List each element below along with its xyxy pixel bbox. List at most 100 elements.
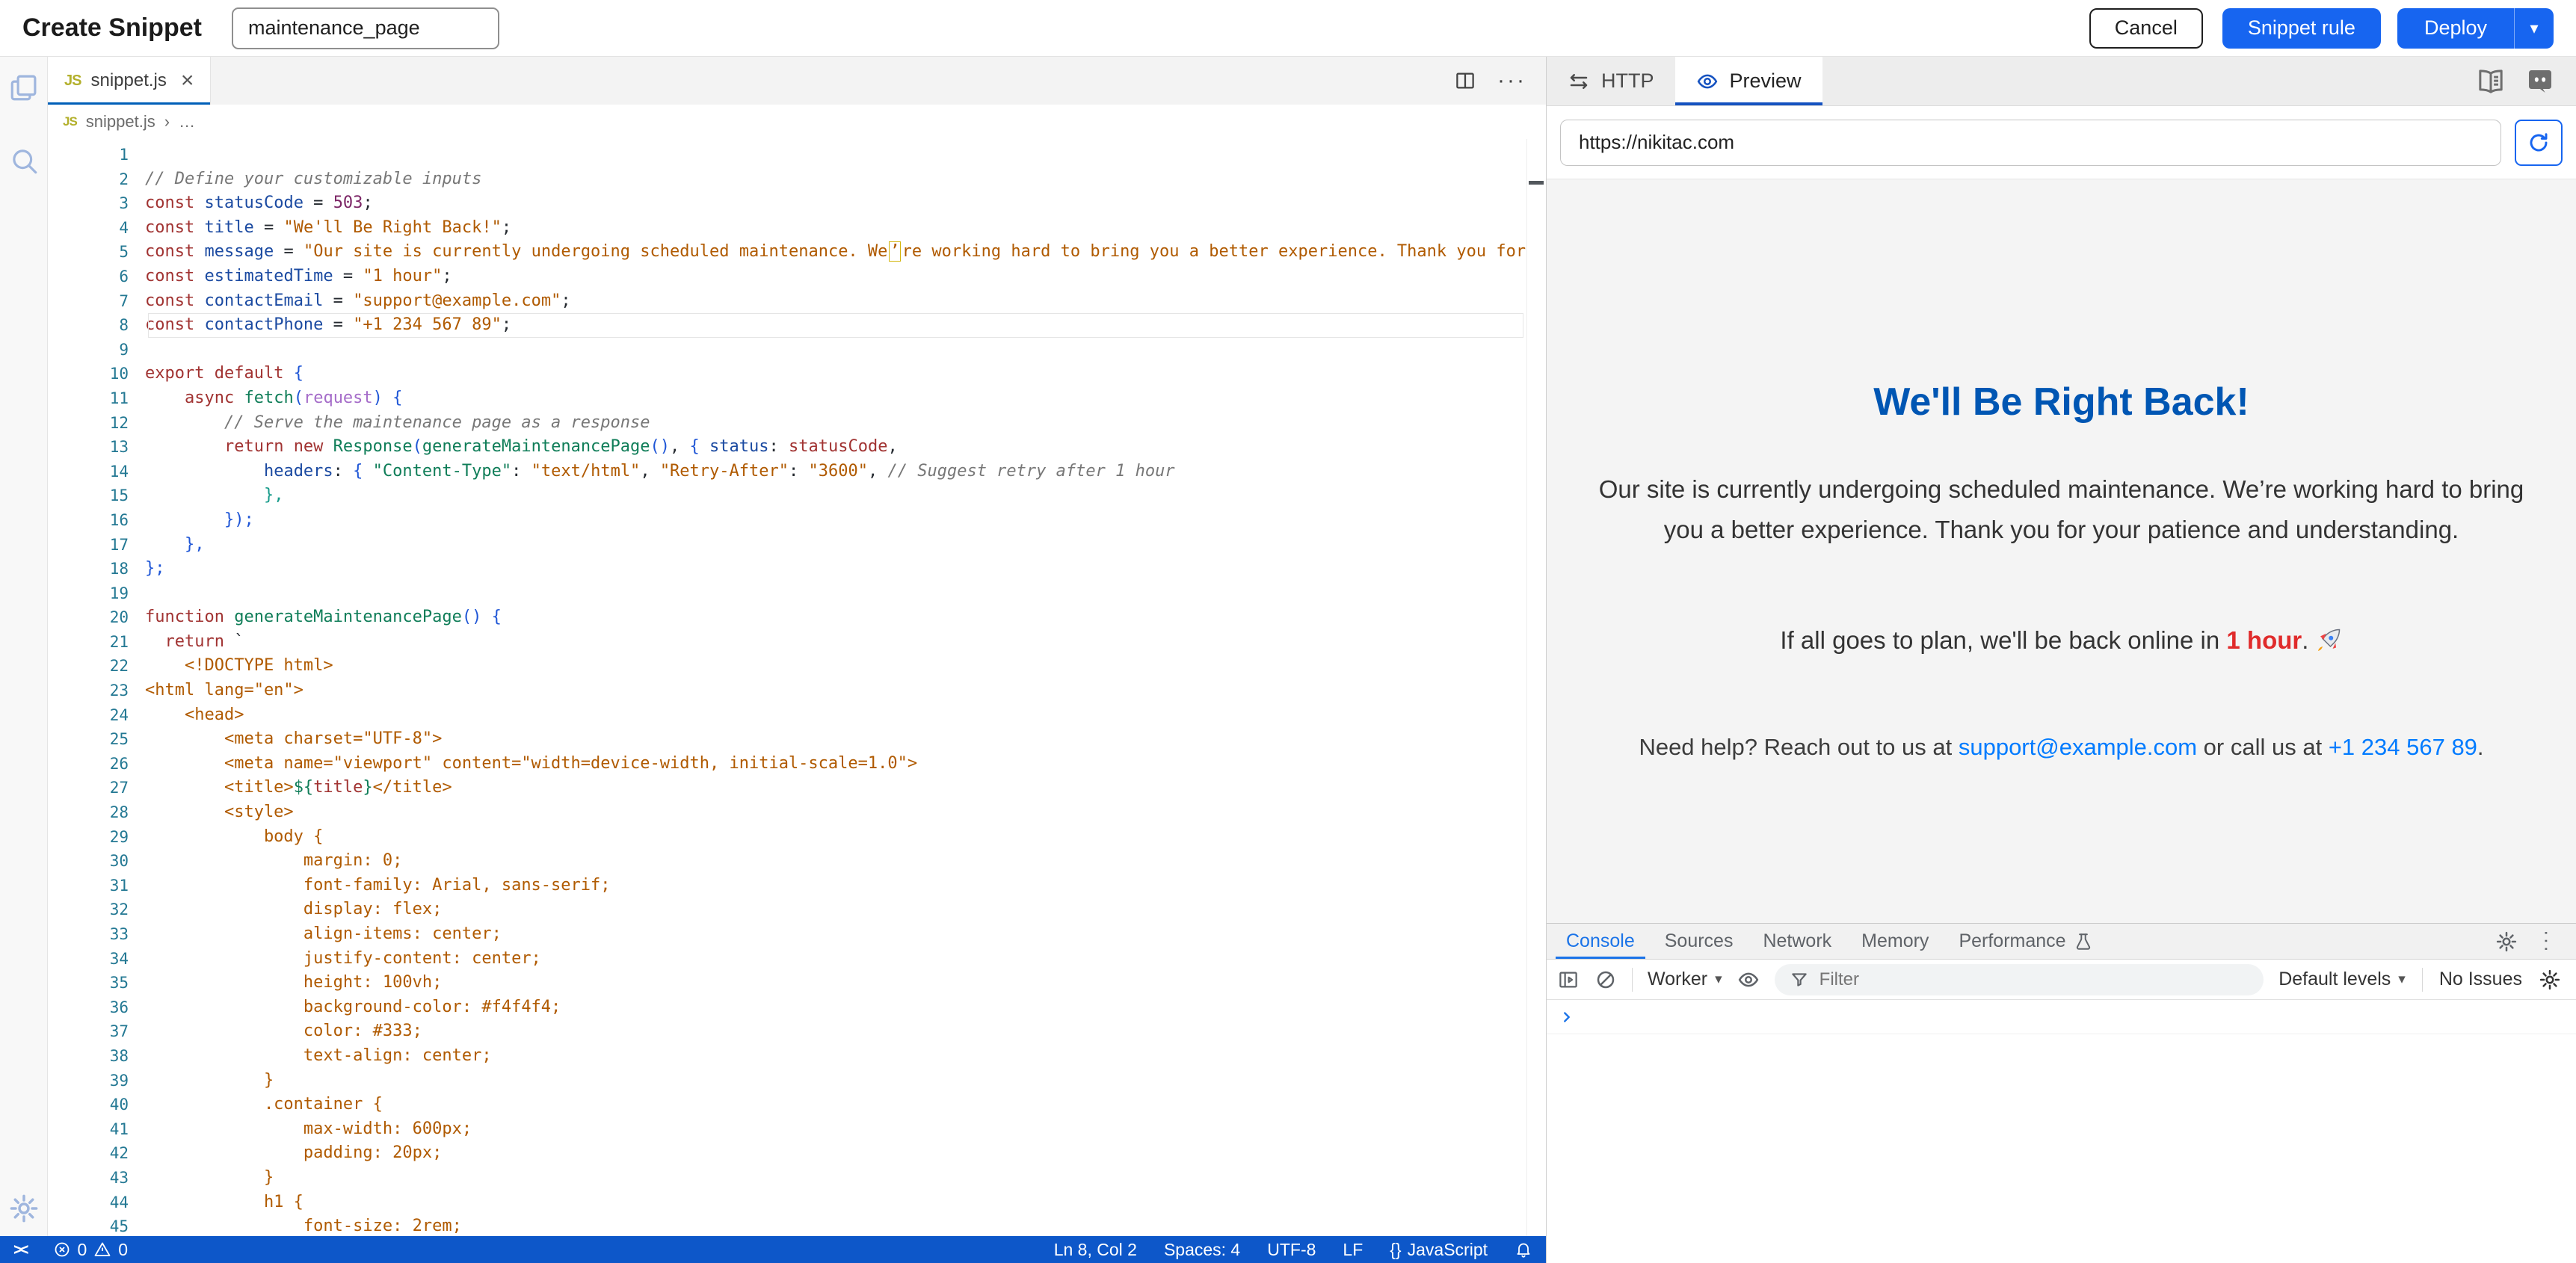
line-number[interactable]: 24 [48,703,145,728]
line-number[interactable]: 36 [48,995,145,1020]
line-number[interactable]: 28 [48,800,145,825]
line-number[interactable]: 17 [48,533,145,558]
code-line[interactable]: 15 }, [48,484,1546,508]
line-number[interactable]: 30 [48,849,145,874]
search-icon[interactable] [8,145,40,176]
code-line[interactable]: 37 color: #333; [48,1019,1546,1044]
refresh-button[interactable] [2515,120,2563,166]
code-line[interactable]: 8const contactPhone = "+1 234 567 89"; [48,313,1546,338]
live-expression-eye-icon[interactable] [1737,969,1760,991]
deploy-button[interactable]: Deploy [2397,8,2514,49]
code-line[interactable]: 7const contactEmail = "support@example.c… [48,289,1546,314]
more-actions-icon[interactable]: ··· [1497,70,1526,92]
tab-snippet-js[interactable]: JS snippet.js × [48,57,211,105]
line-number[interactable]: 20 [48,605,145,630]
line-number[interactable]: 2 [48,167,145,192]
eol-setting[interactable]: LF [1343,1240,1363,1260]
line-number[interactable]: 39 [48,1069,145,1093]
code-line[interactable]: 25 <meta charset="UTF-8"> [48,727,1546,752]
tab-performance[interactable]: Performance [1944,924,2107,959]
settings-gear-icon[interactable] [8,1193,40,1224]
tab-network[interactable]: Network [1748,924,1846,959]
breadcrumb-symbol-more[interactable]: … [179,112,195,132]
snippet-name-input[interactable] [232,7,499,49]
log-levels-selector[interactable]: Default levels ▾ [2278,969,2406,990]
code-line[interactable]: 5const message = "Our site is currently … [48,240,1546,265]
code-line[interactable]: 14 headers: { "Content-Type": "text/html… [48,460,1546,484]
code-line[interactable]: 22 <!DOCTYPE html> [48,654,1546,679]
code-line[interactable]: 31 font-family: Arial, sans-serif; [48,874,1546,898]
code-line[interactable]: 4const title = "We'll Be Right Back!"; [48,216,1546,241]
code-line[interactable]: 39 } [48,1069,1546,1093]
code-editor[interactable]: 12// Define your customizable inputs3con… [48,139,1546,1236]
code-line[interactable]: 24 <head> [48,703,1546,728]
code-line[interactable]: 11 async fetch(request) { [48,386,1546,411]
code-line[interactable]: 44 h1 { [48,1191,1546,1215]
line-number[interactable]: 18 [48,557,145,581]
code-line[interactable]: 36 background-color: #f4f4f4; [48,995,1546,1020]
phone-link[interactable]: +1 234 567 89 [2329,734,2477,760]
code-line[interactable]: 40 .container { [48,1093,1546,1117]
encoding-setting[interactable]: UTF-8 [1267,1240,1316,1260]
filter-input[interactable] [1819,969,2249,990]
line-number[interactable]: 16 [48,508,145,533]
code-line[interactable]: 32 display: flex; [48,898,1546,922]
line-number[interactable]: 42 [48,1141,145,1166]
code-line[interactable]: 28 <style> [48,800,1546,825]
line-number[interactable]: 34 [48,947,145,972]
line-number[interactable]: 29 [48,825,145,850]
line-number[interactable]: 13 [48,435,145,460]
close-tab-icon[interactable]: × [181,70,194,92]
console-prompt[interactable] [1547,1000,2576,1034]
line-number[interactable]: 11 [48,386,145,411]
bell-icon[interactable] [1515,1241,1532,1259]
clear-console-icon[interactable] [1594,969,1617,991]
code-line[interactable]: 10export default { [48,362,1546,386]
code-line[interactable]: 12 // Serve the maintenance page as a re… [48,411,1546,436]
problems-indicator[interactable]: 0 0 [53,1240,129,1260]
tab-sources[interactable]: Sources [1650,924,1748,959]
code-line[interactable]: 33 align-items: center; [48,922,1546,947]
line-number[interactable]: 22 [48,654,145,679]
support-email-link[interactable]: support@example.com [1959,734,2197,760]
line-number[interactable]: 7 [48,289,145,314]
code-line[interactable]: 26 <meta name="viewport" content="width=… [48,752,1546,776]
code-line[interactable]: 30 margin: 0; [48,849,1546,874]
line-number[interactable]: 6 [48,265,145,289]
line-number[interactable]: 40 [48,1093,145,1117]
tab-console[interactable]: Console [1551,924,1650,959]
line-number[interactable]: 10 [48,362,145,386]
line-number[interactable]: 33 [48,922,145,947]
line-number[interactable]: 21 [48,630,145,655]
breadcrumb-file[interactable]: snippet.js [86,112,155,132]
editor-scrollbar[interactable] [1526,139,1546,1236]
code-line[interactable]: 9 [48,338,1546,362]
code-line[interactable]: 29 body { [48,825,1546,850]
code-line[interactable]: 6const estimatedTime = "1 hour"; [48,265,1546,289]
indentation-setting[interactable]: Spaces: 4 [1164,1240,1240,1260]
devtools-settings-gear-icon[interactable] [2495,930,2518,953]
line-number[interactable]: 1 [48,143,145,167]
line-number[interactable]: 41 [48,1117,145,1142]
kebab-menu-icon[interactable]: ··· [2538,930,2557,954]
line-number[interactable]: 19 [48,581,145,606]
line-number[interactable]: 37 [48,1019,145,1044]
cancel-button[interactable]: Cancel [2089,8,2203,49]
cursor-position[interactable]: Ln 8, Col 2 [1054,1240,1137,1260]
split-editor-icon[interactable] [1454,70,1476,92]
line-number[interactable]: 5 [48,240,145,265]
code-line[interactable]: 16 }); [48,508,1546,533]
console-sidebar-icon[interactable] [1557,969,1580,991]
code-line[interactable]: 35 height: 100vh; [48,971,1546,995]
code-line[interactable]: 17 }, [48,533,1546,558]
code-line[interactable]: 38 text-align: center; [48,1044,1546,1069]
code-line[interactable]: 27 <title>${title}</title> [48,776,1546,800]
docs-book-icon[interactable] [2476,67,2506,96]
line-number[interactable]: 44 [48,1191,145,1215]
line-number[interactable]: 31 [48,874,145,898]
line-number[interactable]: 45 [48,1214,145,1236]
line-number[interactable]: 38 [48,1044,145,1069]
code-line[interactable]: 21 return ` [48,630,1546,655]
line-number[interactable]: 15 [48,484,145,508]
line-number[interactable]: 32 [48,898,145,922]
